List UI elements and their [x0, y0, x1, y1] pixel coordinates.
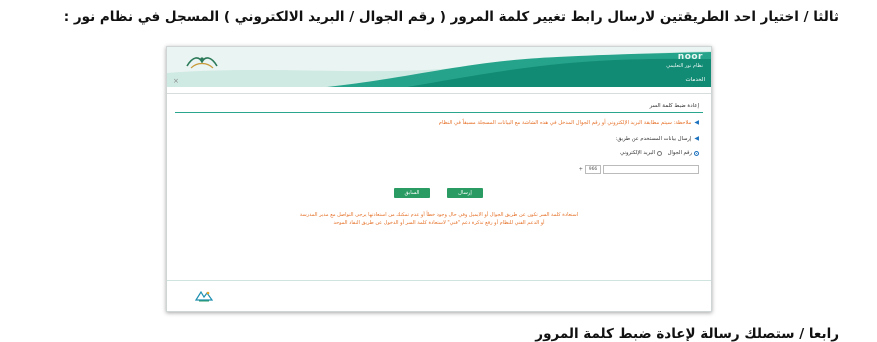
country-code-field[interactable]: 966	[585, 165, 601, 174]
previous-button[interactable]: السابق	[394, 188, 430, 198]
help-text: استعادة كلمة السر تكون عن طريق الجوال أو…	[267, 212, 611, 227]
banner-wave	[167, 47, 711, 87]
help-line-2: أو الدعم الفني للنظام أو رفع تذكرة دعم "…	[333, 219, 545, 226]
radio-email-label[interactable]: البريد الإلكتروني	[620, 150, 655, 156]
close-icon[interactable]: ×	[173, 77, 179, 85]
noor-screenshot: noor نظام نور التعليمي الخدمات × إعادة ض…	[166, 46, 712, 312]
phone-number-input[interactable]	[603, 165, 699, 174]
radio-mobile[interactable]	[694, 150, 699, 156]
noor-logo-text: noor	[677, 52, 703, 62]
next-section-heading: رابعا / ستصلك رسالة لإعادة ضبط كلمة المر…	[535, 326, 839, 342]
noor-banner: noor نظام نور التعليمي الخدمات ×	[167, 47, 711, 87]
help-line-1: استعادة كلمة السر تكون عن طريق الجوال أو…	[299, 212, 579, 218]
footer-divider	[167, 280, 711, 281]
phone-plus-sign: +	[578, 166, 583, 173]
page-title: إعادة ضبط كلمة السر	[649, 103, 699, 109]
radio-mobile-label[interactable]: رقم الجوال	[668, 150, 692, 156]
method-radio-group: رقم الجوال البريد الإلكتروني	[616, 150, 699, 157]
send-via-label: إرسال بيانات المستخدم عن طريق:	[615, 136, 692, 142]
section-heading: ثالثا / اختيار احد الطريقتين لارسال رابط…	[63, 9, 839, 25]
radio-email[interactable]	[656, 150, 662, 156]
triangle-bullet-icon: ◀	[694, 135, 699, 142]
title-divider	[175, 112, 703, 113]
triangle-bullet-icon: ◀	[694, 119, 699, 126]
tab-bar	[167, 87, 711, 94]
nav-tab-services[interactable]: الخدمات	[679, 73, 711, 87]
noor-logo: noor نظام نور التعليمي	[643, 53, 703, 69]
note-row: ◀ملاحظة: سيتم مطابقة البريد الإلكتروني أ…	[439, 119, 699, 126]
note-text: ملاحظة: سيتم مطابقة البريد الإلكتروني أو…	[438, 120, 692, 126]
vision-2030-logo	[183, 52, 221, 72]
phone-input-row: +966	[579, 159, 699, 178]
send-via-row: ◀إرسال بيانات المستخدم عن طريق:	[616, 135, 699, 142]
ministry-logo-icon	[194, 287, 214, 306]
noor-logo-subtext: نظام نور التعليمي	[666, 63, 703, 69]
send-button[interactable]: إرسال	[447, 188, 483, 198]
